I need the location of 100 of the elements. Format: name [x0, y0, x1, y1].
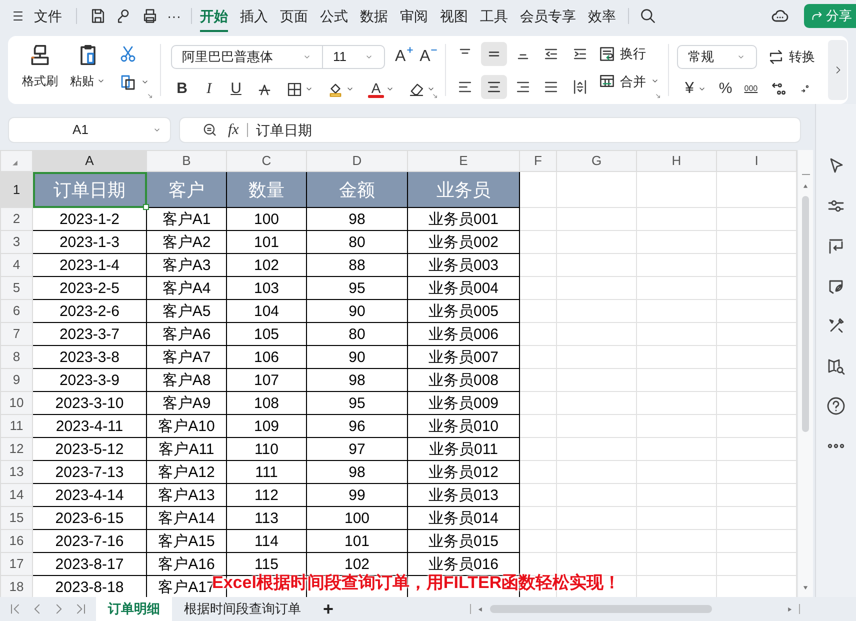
scroll-up-icon[interactable]: [802, 183, 809, 190]
column-header[interactable]: I: [716, 150, 796, 172]
row-header[interactable]: 17: [0, 552, 32, 576]
last-sheet-icon[interactable]: [74, 602, 88, 616]
align-center-icon[interactable]: [480, 75, 507, 99]
ribbon-tab[interactable]: 插入: [240, 0, 268, 32]
ribbon-tab[interactable]: 开始: [200, 0, 228, 32]
ribbon-tab[interactable]: 公式: [320, 0, 348, 32]
vertical-scrollbar[interactable]: [797, 150, 813, 597]
paste-button[interactable]: 粘贴: [70, 42, 106, 104]
row-header[interactable]: 13: [0, 460, 32, 484]
row-header[interactable]: 16: [0, 530, 32, 552]
file-menu[interactable]: 文件: [32, 6, 64, 26]
select-all-icon[interactable]: [11, 159, 19, 167]
scrollbar-thumb[interactable]: [490, 605, 712, 613]
thousands-separator-button[interactable]: 000: [744, 85, 758, 93]
italic-button[interactable]: I: [202, 78, 216, 100]
scroll-left-icon[interactable]: [477, 606, 484, 612]
row-header[interactable]: 2: [0, 208, 32, 230]
table-cell: 108: [226, 392, 306, 414]
row-header[interactable]: 4: [0, 254, 32, 276]
fill-handle[interactable]: [143, 204, 149, 210]
column-header[interactable]: D: [306, 150, 408, 172]
ribbon-tab[interactable]: 工具: [480, 0, 508, 32]
name-box[interactable]: A1: [8, 117, 171, 143]
underline-button[interactable]: U: [229, 78, 243, 100]
merge-button[interactable]: 合并: [598, 72, 660, 91]
column-header[interactable]: E: [408, 150, 520, 172]
row-header[interactable]: 3: [0, 230, 32, 254]
table-cell: 90: [306, 300, 408, 322]
table-cell: 业务员003: [408, 254, 520, 276]
column-header[interactable]: G: [556, 150, 636, 172]
launcher-icon[interactable]: [654, 92, 662, 100]
table-cell: 业务员009: [408, 392, 520, 414]
row-header[interactable]: 6: [0, 300, 32, 322]
borders-button[interactable]: [286, 80, 314, 98]
number-format-dropdown[interactable]: 常规: [677, 45, 757, 69]
first-sheet-icon[interactable]: [8, 602, 22, 616]
more-button[interactable]: ···: [167, 6, 181, 26]
table-cell: 106: [226, 346, 306, 368]
bold-button[interactable]: B: [175, 78, 189, 100]
table-cell: 业务员007: [408, 346, 520, 368]
font-color-button[interactable]: A: [368, 80, 395, 98]
ribbon-tab[interactable]: 页面: [280, 0, 308, 32]
save-icon[interactable]: [89, 7, 107, 25]
ribbon-tab[interactable]: 效率: [588, 0, 616, 32]
column-header[interactable]: B: [146, 150, 226, 172]
column-header[interactable]: H: [636, 150, 716, 172]
column-header[interactable]: F: [520, 150, 556, 172]
ribbon-tab[interactable]: 数据: [360, 0, 388, 32]
sheet-tab[interactable]: 订单明细: [96, 597, 172, 621]
zoom-icon[interactable]: [202, 122, 218, 138]
scroll-right-icon[interactable]: [786, 606, 793, 612]
sheet-tab[interactable]: 根据时间段查询订单: [172, 597, 313, 621]
ribbon-tab[interactable]: 视图: [440, 0, 468, 32]
scroll-down-icon[interactable]: [802, 584, 809, 591]
formula-input[interactable]: 订单日期: [256, 120, 312, 140]
format-painter-button[interactable]: 格式刷: [22, 42, 58, 104]
table-cell: 102: [226, 254, 306, 276]
percent-button[interactable]: %: [718, 78, 732, 100]
currency-button[interactable]: ¥: [685, 77, 707, 101]
help-icon[interactable]: [826, 396, 846, 416]
scrollbar-thumb[interactable]: [802, 196, 809, 432]
ribbon-tab[interactable]: 会员专享: [520, 0, 576, 32]
column-header[interactable]: C: [226, 150, 306, 172]
row-header[interactable]: 14: [0, 484, 32, 506]
table-cell: 95: [306, 392, 408, 414]
table-cell: 客户A7: [146, 346, 226, 368]
grow-font-button[interactable]: A: [395, 45, 414, 69]
row-header[interactable]: 1: [0, 172, 32, 208]
share-button[interactable]: 分享: [804, 4, 856, 28]
table-cell: 101: [226, 230, 306, 254]
align-middle-icon[interactable]: [480, 42, 507, 66]
search-icon[interactable]: [639, 7, 657, 25]
table-cell: 100: [226, 208, 306, 230]
font-size-dropdown[interactable]: 11: [323, 45, 385, 69]
row-header[interactable]: 7: [0, 322, 32, 346]
print-icon[interactable]: [141, 7, 159, 25]
row-header[interactable]: 15: [0, 506, 32, 530]
row-header[interactable]: 5: [0, 276, 32, 300]
table-cell: 111: [226, 460, 306, 484]
table-cell: 客户A4: [146, 276, 226, 300]
add-sheet-button[interactable]: +: [313, 597, 344, 621]
row-header[interactable]: 9: [0, 368, 32, 392]
row-header[interactable]: 8: [0, 346, 32, 368]
ribbon-tab[interactable]: 审阅: [400, 0, 428, 32]
shrink-font-button[interactable]: A: [420, 45, 438, 69]
scissors-icon[interactable]: [118, 44, 138, 64]
table-cell: 客户A6: [146, 322, 226, 346]
convert-button[interactable]: 转换: [767, 47, 815, 67]
row-header[interactable]: 11: [0, 414, 32, 438]
launcher-icon[interactable]: [431, 92, 439, 100]
launcher-icon[interactable]: [146, 92, 154, 100]
row-header[interactable]: 12: [0, 438, 32, 460]
column-header[interactable]: A: [32, 150, 146, 172]
row-header[interactable]: 18: [0, 576, 32, 598]
font-name-dropdown[interactable]: 阿里巴巴普惠体: [171, 45, 323, 69]
function-button[interactable]: fx: [228, 118, 239, 142]
wrap-text-button[interactable]: 换行: [598, 44, 660, 64]
row-header[interactable]: 10: [0, 392, 32, 414]
